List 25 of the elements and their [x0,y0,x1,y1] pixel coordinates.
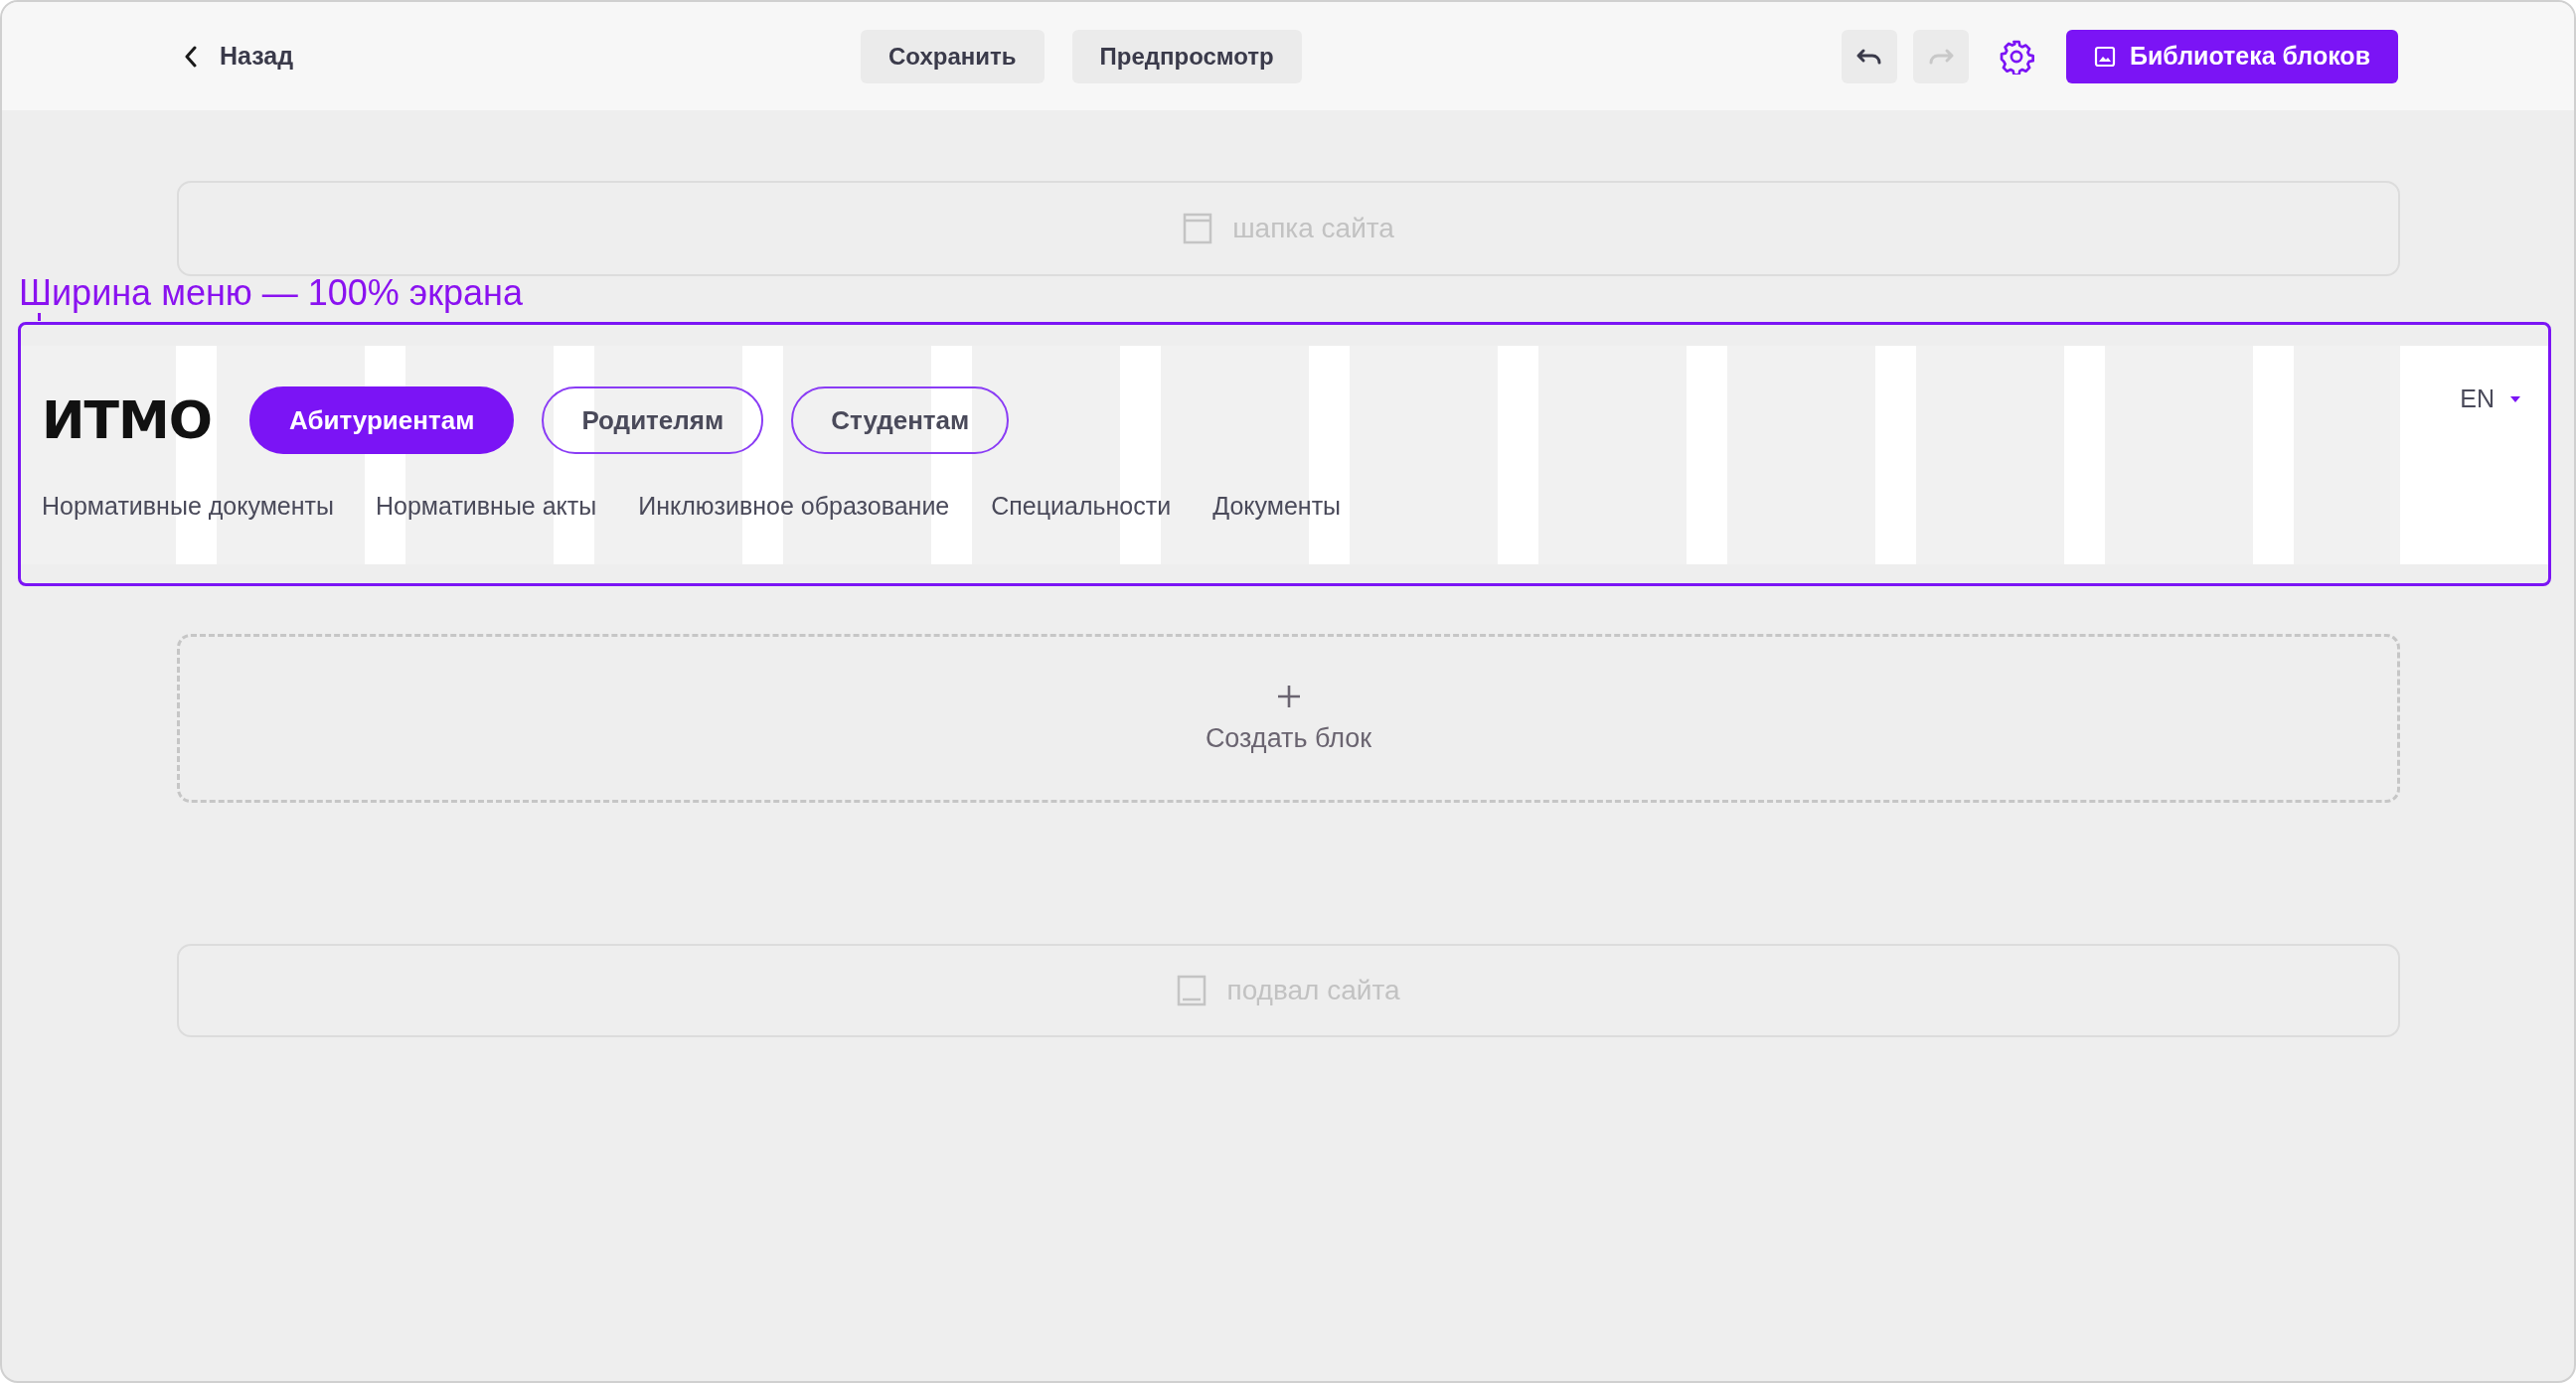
back-link[interactable]: Назад [184,42,294,71]
annotation-text: Ширина меню — 100% экрана [19,275,523,311]
undo-button[interactable] [1841,29,1897,83]
settings-icon[interactable] [1998,38,2034,75]
menu-link[interactable]: Нормативные акты [376,492,597,521]
create-block-button[interactable]: Создать блок [177,634,2400,803]
menu-selection-frame[interactable]: ИTMO Абитуриентам Родителям Студентам EN Нормативные документы Нормативные акты Инклюзивное образование Специальности Документы [18,322,2551,586]
image-icon [2093,45,2116,68]
logo[interactable]: ИTMO [42,390,212,450]
toolbar-button[interactable]: Предпросмотр [1071,29,1302,83]
header-layout-icon [1183,213,1213,244]
annotation-marker [38,313,41,321]
toolbar-button[interactable]: Сохранить [861,29,1045,83]
block-library-button[interactable]: Библиотека блоков [2065,29,2398,83]
audience-tab[interactable]: Абитуриентам [248,386,515,454]
audience-tab[interactable]: Студентам [791,386,1010,454]
audience-tab[interactable]: Родителям [542,386,764,454]
caret-icon [2510,395,2520,402]
menu-link[interactable]: Документы [1212,492,1342,521]
footer-layout-icon [1177,975,1208,1006]
menu-link[interactable]: Нормативные документы [42,492,334,521]
plus-icon [1275,683,1302,709]
language-selector[interactable]: EN [2460,384,2520,413]
menu-link[interactable]: Специальности [991,492,1172,521]
menu-link[interactable]: Инклюзивное образование [638,492,950,521]
